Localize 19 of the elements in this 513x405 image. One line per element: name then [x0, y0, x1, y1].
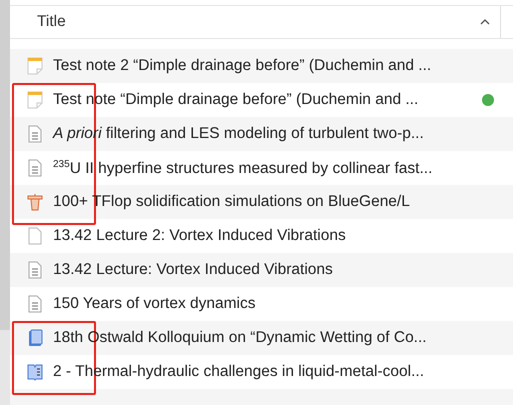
open-book-icon — [27, 363, 43, 381]
book-icon — [27, 329, 43, 347]
document-icon — [27, 261, 43, 279]
item-title: Test note 2 “Dimple drainage before” (Duchemin and ... — [53, 57, 432, 75]
document-icon — [27, 159, 43, 177]
column-header[interactable]: Title — [10, 6, 501, 38]
item-title: 150 Years of vortex dynamics — [53, 295, 256, 313]
note-icon — [27, 57, 43, 75]
document-icon — [27, 125, 43, 143]
note-icon — [27, 91, 43, 109]
item-title: 13.42 Lecture: Vortex Induced Vibrations — [53, 261, 334, 279]
scrollbar-thumb[interactable] — [0, 0, 10, 330]
lectern-icon — [27, 193, 43, 211]
item-title: $^{235}$U II hyperfine structures measured by collinear fast... — [53, 158, 434, 178]
page-icon — [27, 227, 43, 245]
item-row[interactable]: Test note 2 “Dimple drainage before” (Duchemin and ... — [10, 49, 513, 83]
item-title: 13.42 Lecture 2: Vortex Induced Vibrations — [53, 227, 347, 245]
item-row[interactable]: 13.42 Lecture: Vortex Induced Vibrations — [10, 253, 513, 287]
document-icon — [27, 295, 43, 313]
